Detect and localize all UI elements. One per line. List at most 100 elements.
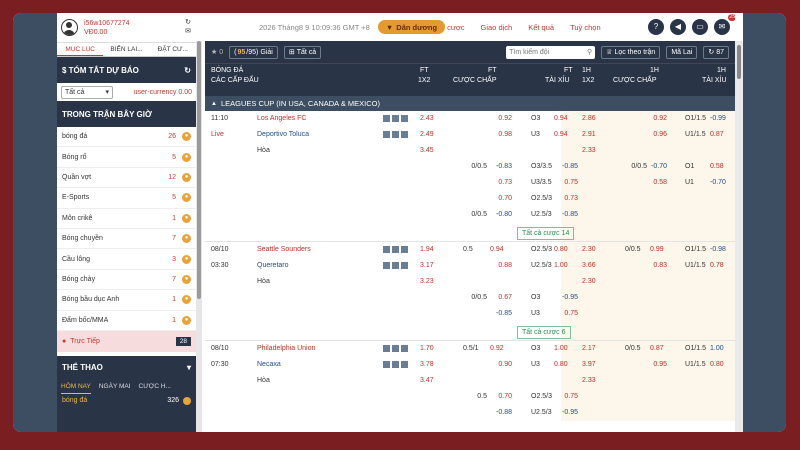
ht-1x2-away[interactable]: 2.91: [582, 131, 596, 138]
home-team[interactable]: Los Angeles FC: [257, 115, 306, 122]
ht-ou-under[interactable]: 0.80: [710, 361, 724, 368]
nav-results[interactable]: Kết quả: [528, 23, 554, 32]
ft-ou-over[interactable]: 0.80: [554, 246, 568, 253]
ht-hdp-away[interactable]: 0.96: [653, 131, 667, 138]
match-stats-icons[interactable]: [383, 115, 410, 122]
ht-1x2-draw[interactable]: 2.33: [582, 147, 596, 154]
ft-hdp-home[interactable]: 0.92: [498, 115, 512, 122]
ht-ou-over[interactable]: -0.99: [710, 115, 726, 122]
chevron-down-icon[interactable]: ▾: [187, 363, 191, 372]
ft-1x2-away[interactable]: 3.17: [420, 262, 434, 269]
alt-ht-hdp-odds[interactable]: 0.58: [653, 179, 667, 186]
match-stats-icons[interactable]: [383, 246, 410, 253]
alt-ou-odds[interactable]: -0.85: [562, 163, 578, 170]
ft-1x2-away[interactable]: 2.49: [420, 131, 434, 138]
ht-1x2-draw[interactable]: 2.30: [582, 278, 596, 285]
ft-hdp-home[interactable]: 0.92: [490, 345, 504, 352]
summary-select[interactable]: Tất cả ▾: [61, 85, 113, 99]
nav-options[interactable]: Tuỳ chọn: [570, 23, 601, 32]
ft-hdp-away[interactable]: 0.88: [498, 262, 512, 269]
alt-ou-odds[interactable]: -0.85: [562, 211, 578, 218]
alt-hdp-odds[interactable]: 0.73: [498, 179, 512, 186]
ht-hdp-away[interactable]: 0.95: [653, 361, 667, 368]
match-stats-icons[interactable]: [383, 345, 410, 352]
avatar[interactable]: [61, 19, 78, 36]
ft-1x2-home[interactable]: 2.43: [420, 115, 434, 122]
ft-ou-under[interactable]: 1.00: [554, 262, 568, 269]
ft-ou-over[interactable]: 0.94: [554, 115, 568, 122]
team-search[interactable]: Tìm kiếm đội ⚲: [506, 45, 596, 59]
main-scrollbar[interactable]: [735, 41, 743, 432]
ft-ou-under[interactable]: 0.94: [554, 131, 568, 138]
match-stats-icons[interactable]: [383, 361, 410, 368]
tab-slips[interactable]: BIỂN LAI...: [103, 43, 149, 56]
sport-item[interactable]: E-Sports 5 ●: [57, 188, 196, 209]
ft-1x2-draw[interactable]: 3.23: [420, 278, 434, 285]
nav-bets[interactable]: cược: [447, 23, 464, 32]
ht-ou-under[interactable]: 0.78: [710, 262, 724, 269]
alt-ou-odds[interactable]: 0.73: [564, 195, 578, 202]
chat-icon[interactable]: ✉ 25: [714, 14, 735, 35]
alt-hdp-odds[interactable]: -0.80: [496, 211, 512, 218]
sidebar-scrollbar[interactable]: [196, 41, 202, 432]
match-stats-icons[interactable]: [383, 262, 410, 269]
alt-ou-odds[interactable]: 0.75: [564, 310, 578, 317]
ht-1x2-home[interactable]: 2.17: [582, 345, 596, 352]
deposit-button[interactable]: ▼ Dân dương: [377, 20, 446, 34]
alt-hdp-odds[interactable]: -0.85: [496, 310, 512, 317]
sound-icon[interactable]: ◀: [670, 19, 686, 35]
alt-hdp-odds[interactable]: 0.70: [498, 393, 512, 400]
tv-icon[interactable]: ▭: [692, 19, 708, 35]
away-team[interactable]: Deportivo Toluca: [257, 131, 309, 138]
home-team[interactable]: Seattle Sounders: [257, 246, 311, 253]
ft-1x2-away[interactable]: 3.78: [420, 361, 434, 368]
tab-bets[interactable]: ĐẶT CƯ...: [150, 43, 196, 56]
away-team[interactable]: Queretaro: [257, 262, 289, 269]
ht-hdp-away[interactable]: 0.83: [653, 262, 667, 269]
main-scroll-thumb[interactable]: [737, 45, 741, 79]
ft-hdp-away[interactable]: 0.98: [498, 131, 512, 138]
ft-1x2-draw[interactable]: 3.45: [420, 147, 434, 154]
away-team[interactable]: Necaxa: [257, 361, 281, 368]
sidebar-scroll-thumb[interactable]: [197, 41, 201, 299]
tab-menu[interactable]: MỤC LỤC: [57, 43, 104, 56]
search-icon[interactable]: ⚲: [587, 48, 592, 56]
league-filter-button[interactable]: ( 95 / 95 ) Giải: [229, 45, 278, 59]
more-bets-button[interactable]: Tất cả cược 14: [517, 227, 575, 240]
ft-1x2-home[interactable]: 1.94: [420, 246, 434, 253]
ht-hdp-home[interactable]: 0.92: [653, 115, 667, 122]
ft-1x2-draw[interactable]: 3.47: [420, 377, 434, 384]
alt-ht-hdp-odds[interactable]: -0.70: [651, 163, 667, 170]
alt-ht-ou-odds[interactable]: -0.70: [710, 179, 726, 186]
alt-ht-ou-odds[interactable]: 0.58: [710, 163, 724, 170]
ht-1x2-home[interactable]: 2.30: [582, 246, 596, 253]
home-team[interactable]: Philadelphia Union: [257, 345, 315, 352]
ht-ou-over[interactable]: 1.00: [710, 345, 724, 352]
alt-ou-odds[interactable]: -0.95: [562, 409, 578, 416]
ft-hdp-home[interactable]: 0.94: [490, 246, 504, 253]
sport-item[interactable]: bóng đá 26 ●: [57, 127, 196, 148]
message-icon[interactable]: ✉: [184, 28, 192, 36]
alt-ou-odds[interactable]: 0.75: [564, 179, 578, 186]
alt-ou-odds[interactable]: 0.75: [564, 393, 578, 400]
ft-ou-under[interactable]: 0.80: [554, 361, 568, 368]
tab-outright[interactable]: CƯỢC H...: [139, 380, 171, 394]
alt-ou-odds[interactable]: -0.95: [562, 294, 578, 301]
favorites-toggle[interactable]: ★ 0: [211, 48, 223, 56]
match-filter-button[interactable]: ♕ Lọc theo trận: [601, 45, 661, 59]
ht-1x2-draw[interactable]: 2.33: [582, 377, 596, 384]
ht-1x2-away[interactable]: 3.97: [582, 361, 596, 368]
help-icon[interactable]: ?: [648, 19, 664, 35]
sport-item[interactable]: Bóng chày 7 ●: [57, 270, 196, 291]
refresh-icon[interactable]: ↻: [184, 19, 192, 27]
alt-hdp-odds[interactable]: -0.83: [496, 163, 512, 170]
nav-transactions[interactable]: Giao dịch: [481, 23, 513, 32]
sport-item[interactable]: Quần vợt 12 ●: [57, 168, 196, 189]
match-stats-icons[interactable]: [383, 131, 410, 138]
live-row[interactable]: ● Trực Tiếp 28: [57, 330, 196, 352]
league-row[interactable]: ▲ LEAGUES CUP (IN USA, CANADA & MEXICO): [205, 96, 735, 111]
more-bets-button[interactable]: Tất cả cược 6: [517, 326, 571, 339]
ht-1x2-home[interactable]: 2.86: [582, 115, 596, 122]
sport-item[interactable]: Bóng bầu dục Anh 1 ●: [57, 290, 196, 311]
alt-hdp-odds[interactable]: 0.70: [498, 195, 512, 202]
